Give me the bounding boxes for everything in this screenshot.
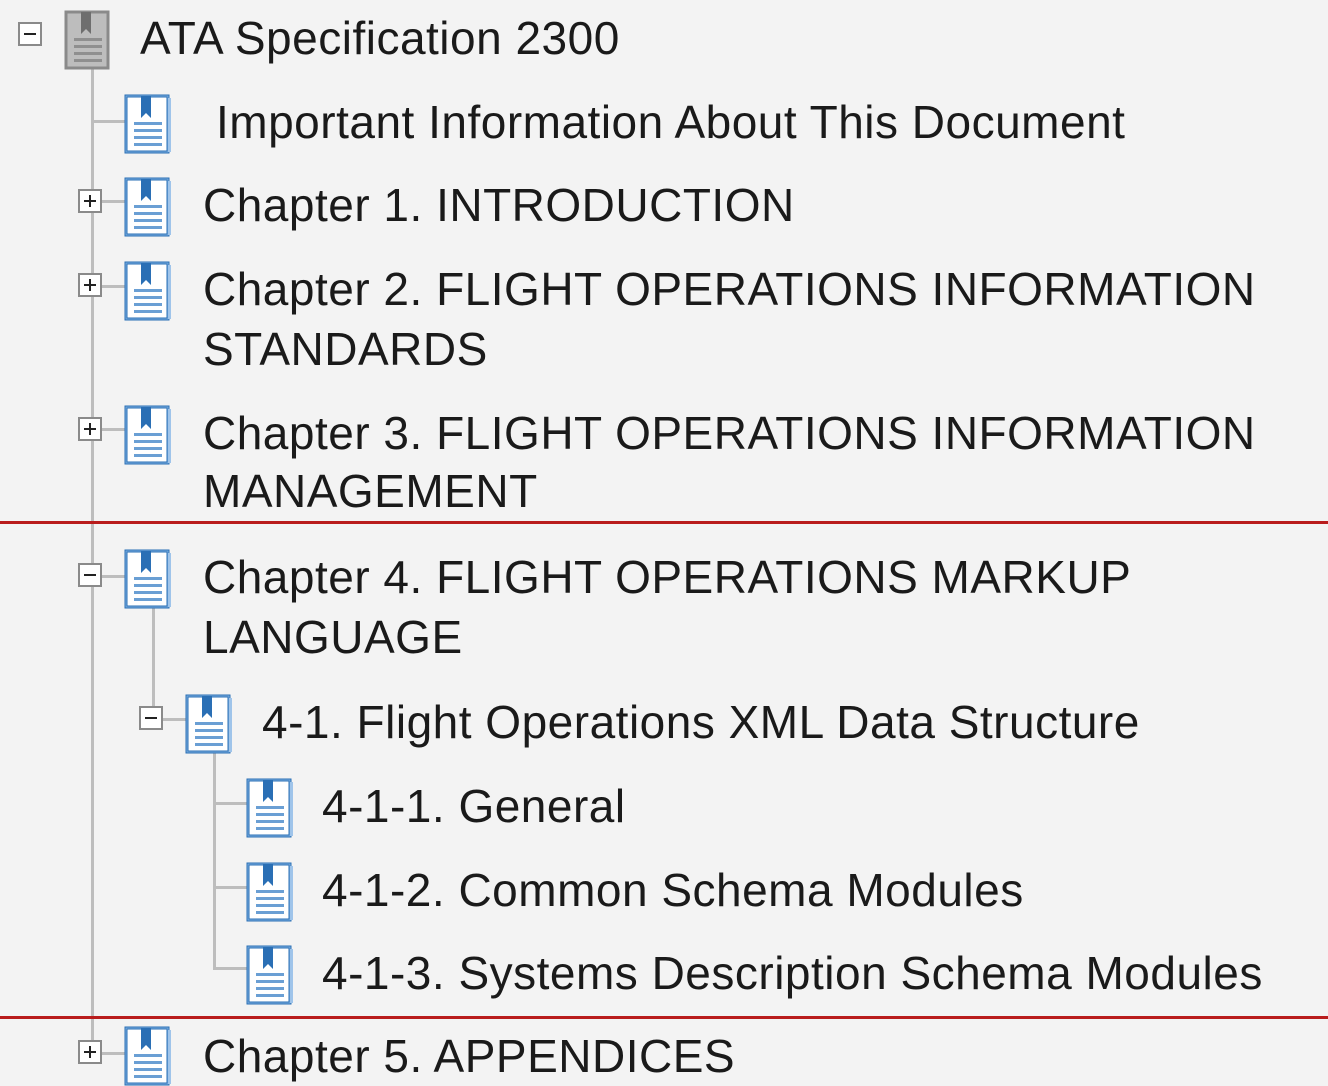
tree-node-section-4-1-2[interactable]: 4-1-2. Common Schema Modules xyxy=(0,860,1328,922)
document-icon xyxy=(124,94,172,154)
document-icon xyxy=(246,778,294,838)
tree-node-root[interactable]: ATA Specification 2300 xyxy=(0,8,1328,70)
tree-node-label: 4-1-3. Systems Description Schema Module… xyxy=(322,947,1263,999)
tree-node-label: 4-1. Flight Operations XML Data Structur… xyxy=(262,696,1140,748)
document-icon xyxy=(246,945,294,1005)
tree-node-label-line2: STANDARDS xyxy=(203,323,488,375)
document-icon xyxy=(124,549,172,609)
tree-node-label: Chapter 1. INTRODUCTION xyxy=(203,179,795,231)
document-icon xyxy=(185,694,233,754)
tree-node-section-4-1-3[interactable]: 4-1-3. Systems Description Schema Module… xyxy=(0,943,1328,1005)
tree-node-label: ATA Specification 2300 xyxy=(140,12,620,64)
expand-toggle[interactable] xyxy=(78,1040,102,1064)
document-icon xyxy=(124,177,172,237)
document-icon xyxy=(124,405,172,465)
tree-node-label-line1: Chapter 2. FLIGHT OPERATIONS INFORMATION xyxy=(203,263,1256,315)
tree-node-chapter-4[interactable]: Chapter 4. FLIGHT OPERATIONS MARKUP LANG… xyxy=(0,547,1328,669)
selection-bottom-border xyxy=(0,1016,1328,1019)
collapse-toggle[interactable] xyxy=(18,22,42,46)
tree-node-label: 4-1-2. Common Schema Modules xyxy=(322,864,1024,916)
document-icon xyxy=(246,862,294,922)
tree-node-label-line2: LANGUAGE xyxy=(203,611,463,663)
document-icon xyxy=(124,1026,172,1086)
tree-node-chapter-5[interactable]: Chapter 5. APPENDICES xyxy=(0,1024,1328,1082)
book-icon xyxy=(64,10,112,70)
collapse-toggle[interactable] xyxy=(78,563,102,587)
tree-node-section-4-1[interactable]: 4-1. Flight Operations XML Data Structur… xyxy=(0,692,1328,754)
tree-node-label-line1: Chapter 3. FLIGHT OPERATIONS INFORMATION xyxy=(203,407,1256,459)
tree-node-chapter-1[interactable]: Chapter 1. INTRODUCTION xyxy=(0,175,1328,237)
tree-node-chapter-2[interactable]: Chapter 2. FLIGHT OPERATIONS INFORMATION… xyxy=(0,259,1328,381)
expand-toggle[interactable] xyxy=(78,417,102,441)
document-tree: ATA Specification 2300 Important Informa… xyxy=(0,0,1328,1082)
tree-node-label: 4-1-1. General xyxy=(322,780,626,832)
tree-node-chapter-3[interactable]: Chapter 3. FLIGHT OPERATIONS INFORMATION… xyxy=(0,403,1328,523)
tree-node-important-info[interactable]: Important Information About This Documen… xyxy=(0,92,1328,154)
collapse-toggle[interactable] xyxy=(139,706,163,730)
tree-node-label-line1: Chapter 4. FLIGHT OPERATIONS MARKUP xyxy=(203,551,1132,603)
expand-toggle[interactable] xyxy=(78,189,102,213)
expand-toggle[interactable] xyxy=(78,273,102,297)
tree-node-label: Important Information About This Documen… xyxy=(216,96,1126,148)
tree-node-label: Chapter 5. APPENDICES xyxy=(203,1030,736,1082)
tree-node-section-4-1-1[interactable]: 4-1-1. General xyxy=(0,776,1328,838)
document-icon xyxy=(124,261,172,321)
tree-node-label-line2: MANAGEMENT xyxy=(203,465,538,517)
